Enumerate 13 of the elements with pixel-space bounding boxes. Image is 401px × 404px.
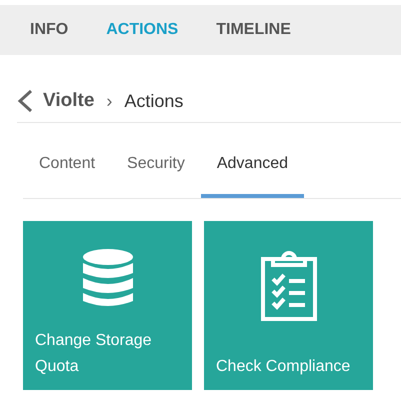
database-icon xyxy=(82,249,132,309)
breadcrumb-separator: › xyxy=(106,90,112,112)
nav-tab[interactable]: TIMELINE xyxy=(216,21,291,39)
section-tab[interactable]: Security xyxy=(111,143,201,198)
section-tab[interactable]: Advanced xyxy=(200,143,304,198)
section-tab[interactable]: Content xyxy=(23,143,112,198)
page-title: Actions xyxy=(124,90,184,112)
action-tile[interactable]: Check Compliance xyxy=(204,221,373,390)
checklist-icon xyxy=(260,249,316,321)
action-tile[interactable]: Change Storage Quota xyxy=(23,221,192,390)
back-icon[interactable] xyxy=(17,89,33,113)
breadcrumb-link[interactable]: Violte xyxy=(43,90,94,112)
nav-tab[interactable]: INFO xyxy=(30,21,68,39)
